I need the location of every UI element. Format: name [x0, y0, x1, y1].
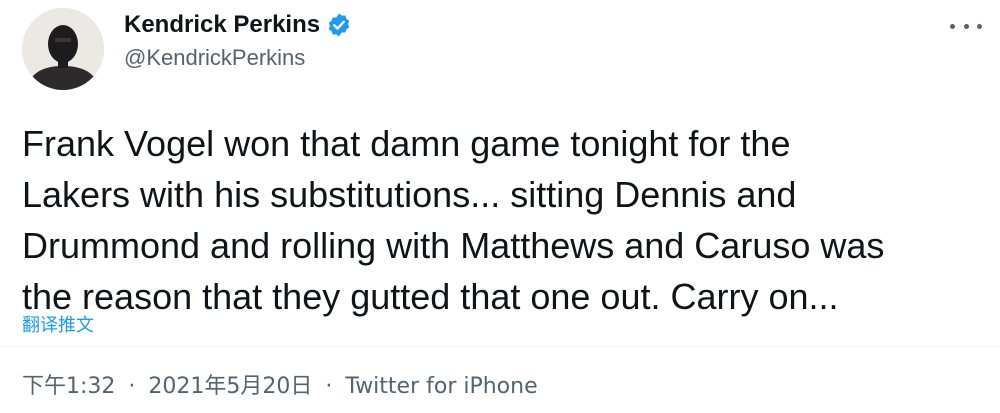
meta-separator: · — [128, 374, 136, 399]
more-dot — [977, 23, 982, 29]
tweet-meta: 下午1:32 · 2021年5月20日 · Twitter for iPhone — [22, 368, 538, 400]
tweet-source[interactable]: Twitter for iPhone — [345, 374, 537, 399]
divider — [0, 346, 1000, 347]
translate-tweet-link[interactable]: 翻译推文 — [22, 311, 94, 337]
verified-badge-icon — [328, 13, 350, 37]
tweet-card: Kendrick Perkins @KendrickPerkins Frank … — [0, 0, 1000, 413]
avatar[interactable] — [22, 8, 104, 90]
tweet-text: Frank Vogel won that damn game tonight f… — [22, 123, 885, 317]
more-horizontal-icon[interactable] — [950, 14, 982, 38]
more-dot — [963, 23, 969, 29]
meta-separator: · — [325, 374, 333, 399]
author-handle[interactable]: @KendrickPerkins — [124, 45, 305, 71]
author-display-name[interactable]: Kendrick Perkins — [124, 11, 320, 39]
more-dot — [950, 23, 955, 29]
tweet-date[interactable]: 2021年5月20日 — [148, 374, 312, 399]
tweet-time[interactable]: 下午1:32 — [22, 374, 115, 399]
author-name-row[interactable]: Kendrick Perkins — [124, 8, 352, 42]
profile-avatar-image — [22, 8, 104, 90]
